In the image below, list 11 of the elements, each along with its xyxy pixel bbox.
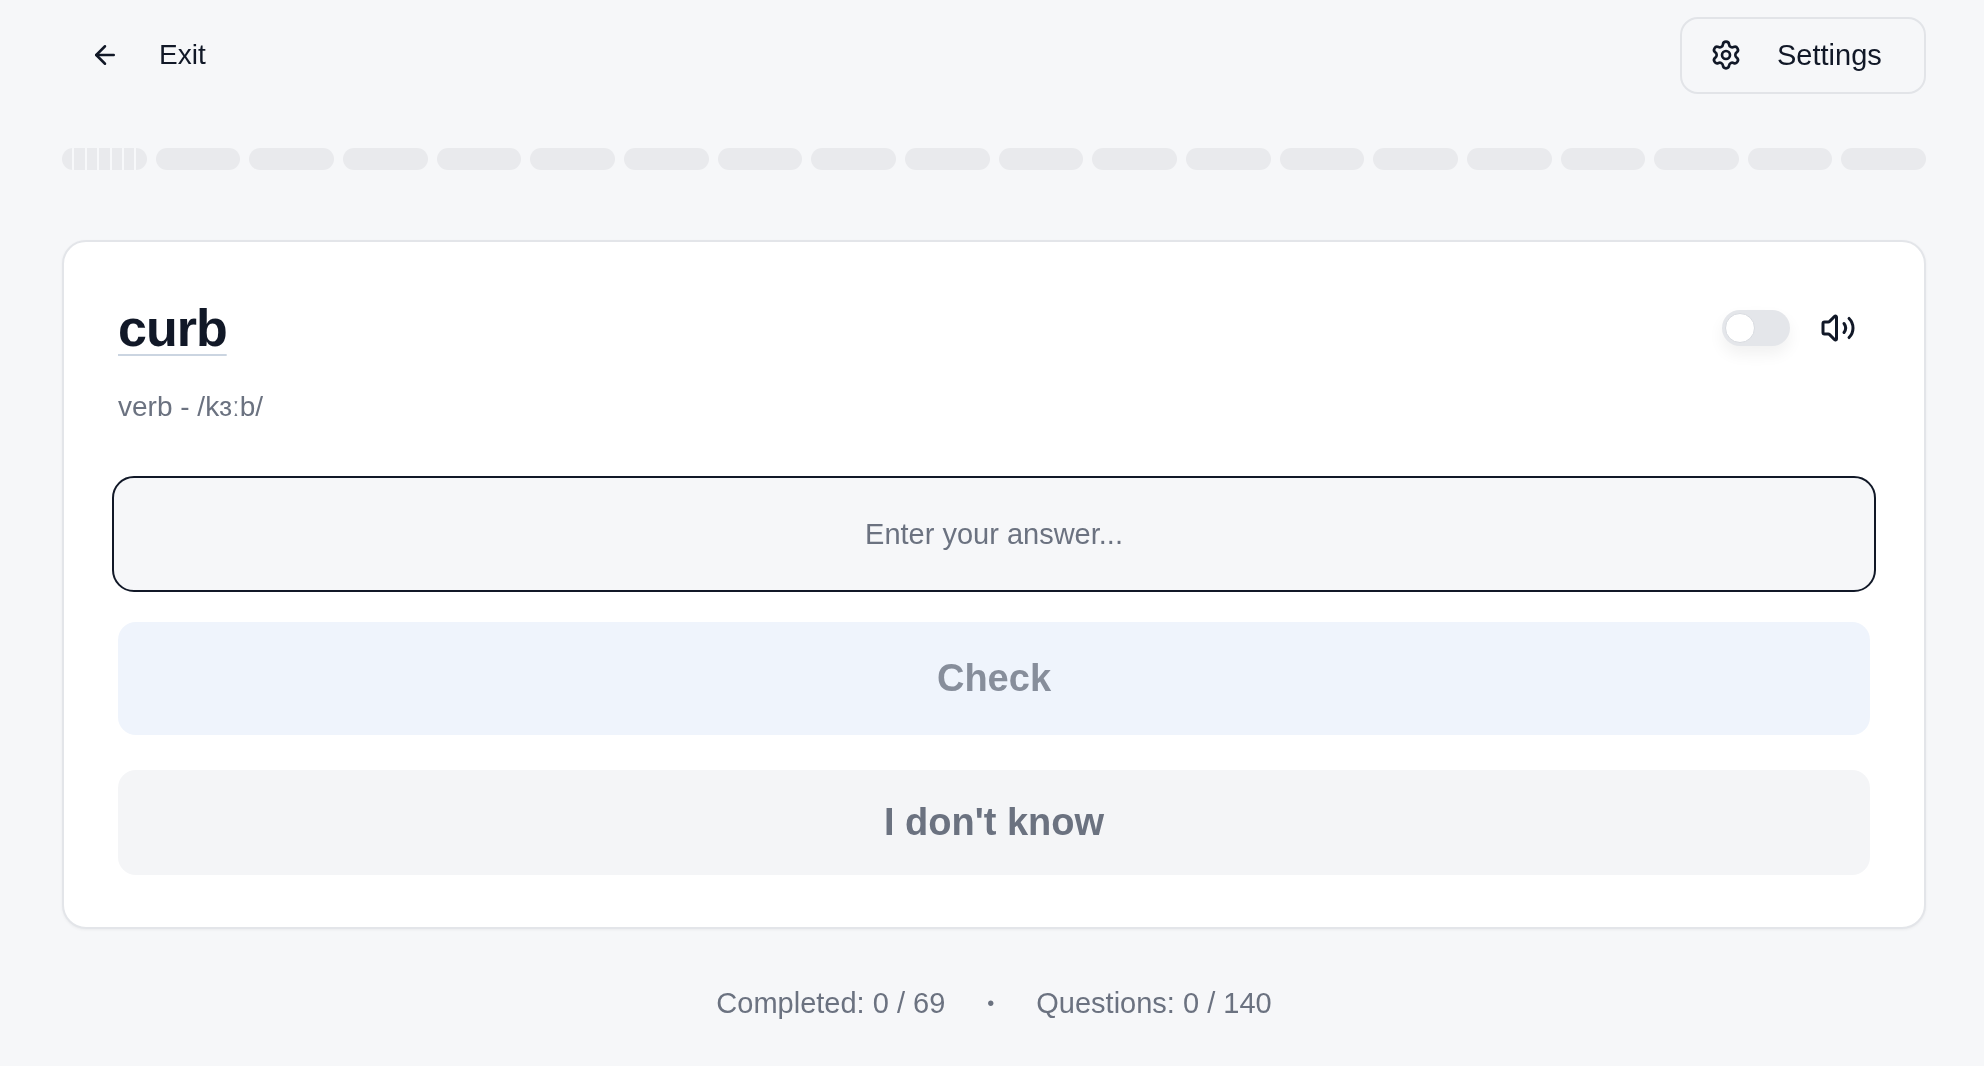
exit-link[interactable]: Exit (90, 39, 206, 71)
settings-icon (1710, 39, 1742, 71)
questions-count: Questions: 0 / 140 (1036, 987, 1272, 1020)
skip-button[interactable]: I don't know (118, 770, 1870, 875)
word-details: verb - /kɜːb/ (118, 390, 264, 424)
answer-field[interactable]: Enter your answer... (112, 476, 1876, 592)
completed-count: Completed: 0 / 69 (716, 987, 946, 1020)
word-title: curb (118, 298, 227, 358)
separator-dot: • (987, 992, 995, 1015)
settings-button[interactable]: Settings (1680, 16, 1926, 94)
toggle-switch[interactable] (1722, 310, 1790, 346)
